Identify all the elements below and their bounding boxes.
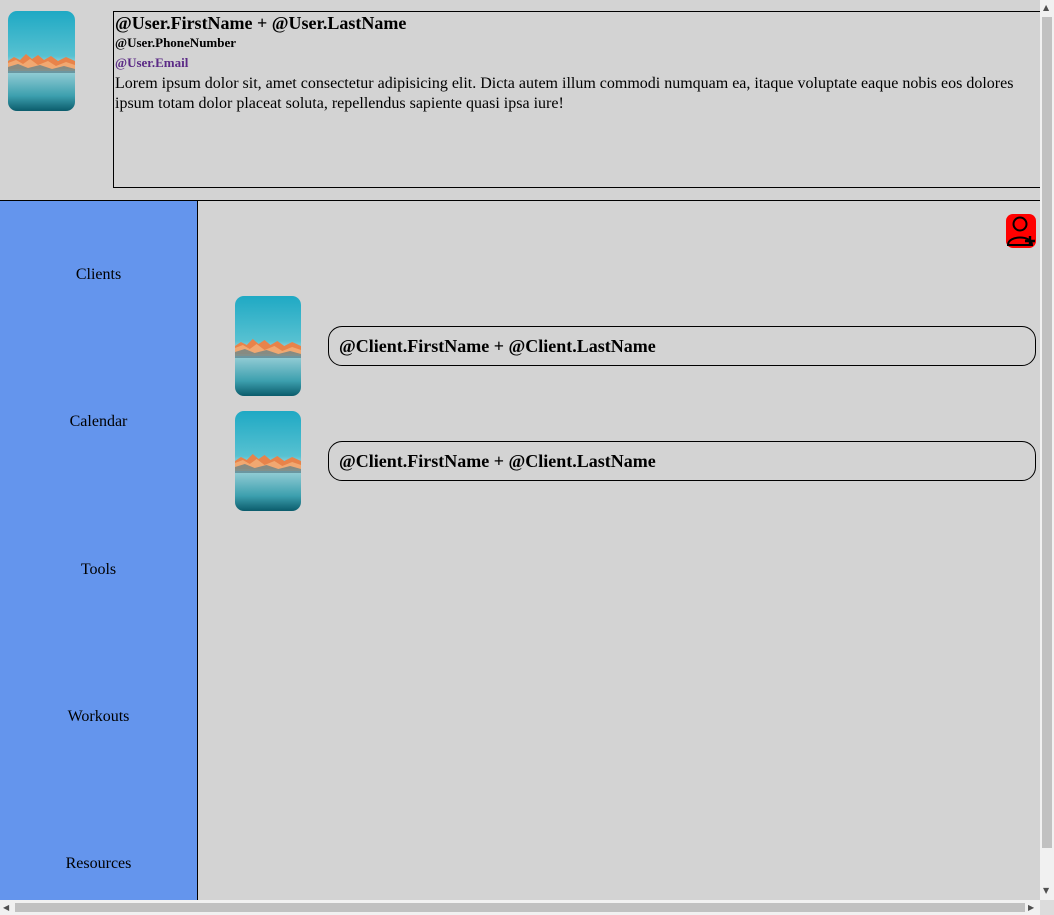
user-phone: @User.PhoneNumber bbox=[115, 35, 237, 50]
scroll-left-icon[interactable]: ◀ bbox=[3, 903, 9, 913]
sidebar-item-clients[interactable]: Clients bbox=[0, 265, 197, 285]
sidebar-item-calendar[interactable]: Calendar bbox=[0, 412, 197, 432]
user-avatar bbox=[8, 11, 75, 111]
horizontal-scrollbar[interactable]: ◀ ▶ bbox=[0, 900, 1040, 915]
client-row: @Client.FirstName + @Client.LastName bbox=[198, 296, 1040, 396]
scroll-right-icon[interactable]: ▶ bbox=[1028, 903, 1034, 913]
sidebar-item-tools[interactable]: Tools bbox=[0, 560, 197, 580]
client-avatar bbox=[235, 296, 301, 396]
sidebar-item-workouts[interactable]: Workouts bbox=[0, 707, 197, 727]
add-user-icon bbox=[1006, 216, 1035, 246]
profile-header: @User.FirstName + @User.LastName @User.P… bbox=[0, 0, 1053, 200]
client-list-panel: @Client.FirstName + @Client.LastName @Cl… bbox=[198, 201, 1040, 900]
vertical-scroll-thumb[interactable] bbox=[1042, 17, 1052, 848]
sidebar: Clients Calendar Tools Workouts Resource… bbox=[0, 201, 198, 900]
horizontal-scroll-thumb[interactable] bbox=[15, 903, 1025, 912]
scroll-down-icon[interactable]: ▼ bbox=[1043, 886, 1049, 896]
client-avatar bbox=[235, 411, 301, 511]
client-name-button[interactable]: @Client.FirstName + @Client.LastName bbox=[328, 326, 1036, 366]
sidebar-item-resources[interactable]: Resources bbox=[0, 854, 197, 874]
add-client-button[interactable] bbox=[1006, 214, 1036, 248]
user-email-link[interactable]: @User.Email bbox=[115, 52, 1052, 74]
landscape-photo bbox=[235, 296, 301, 396]
client-row: @Client.FirstName + @Client.LastName bbox=[198, 411, 1040, 511]
scroll-up-icon[interactable]: ▲ bbox=[1043, 3, 1049, 13]
scrollbar-corner bbox=[1040, 900, 1054, 915]
client-name-button[interactable]: @Client.FirstName + @Client.LastName bbox=[328, 441, 1036, 481]
landscape-photo bbox=[8, 11, 75, 111]
user-bio: Lorem ipsum dolor sit, amet consectetur … bbox=[115, 75, 1014, 112]
landscape-photo bbox=[235, 411, 301, 511]
vertical-scrollbar[interactable]: ▲ ▼ bbox=[1040, 0, 1054, 900]
user-name: @User.FirstName + @User.LastName bbox=[115, 13, 407, 33]
profile-info-box: @User.FirstName + @User.LastName @User.P… bbox=[113, 11, 1053, 188]
